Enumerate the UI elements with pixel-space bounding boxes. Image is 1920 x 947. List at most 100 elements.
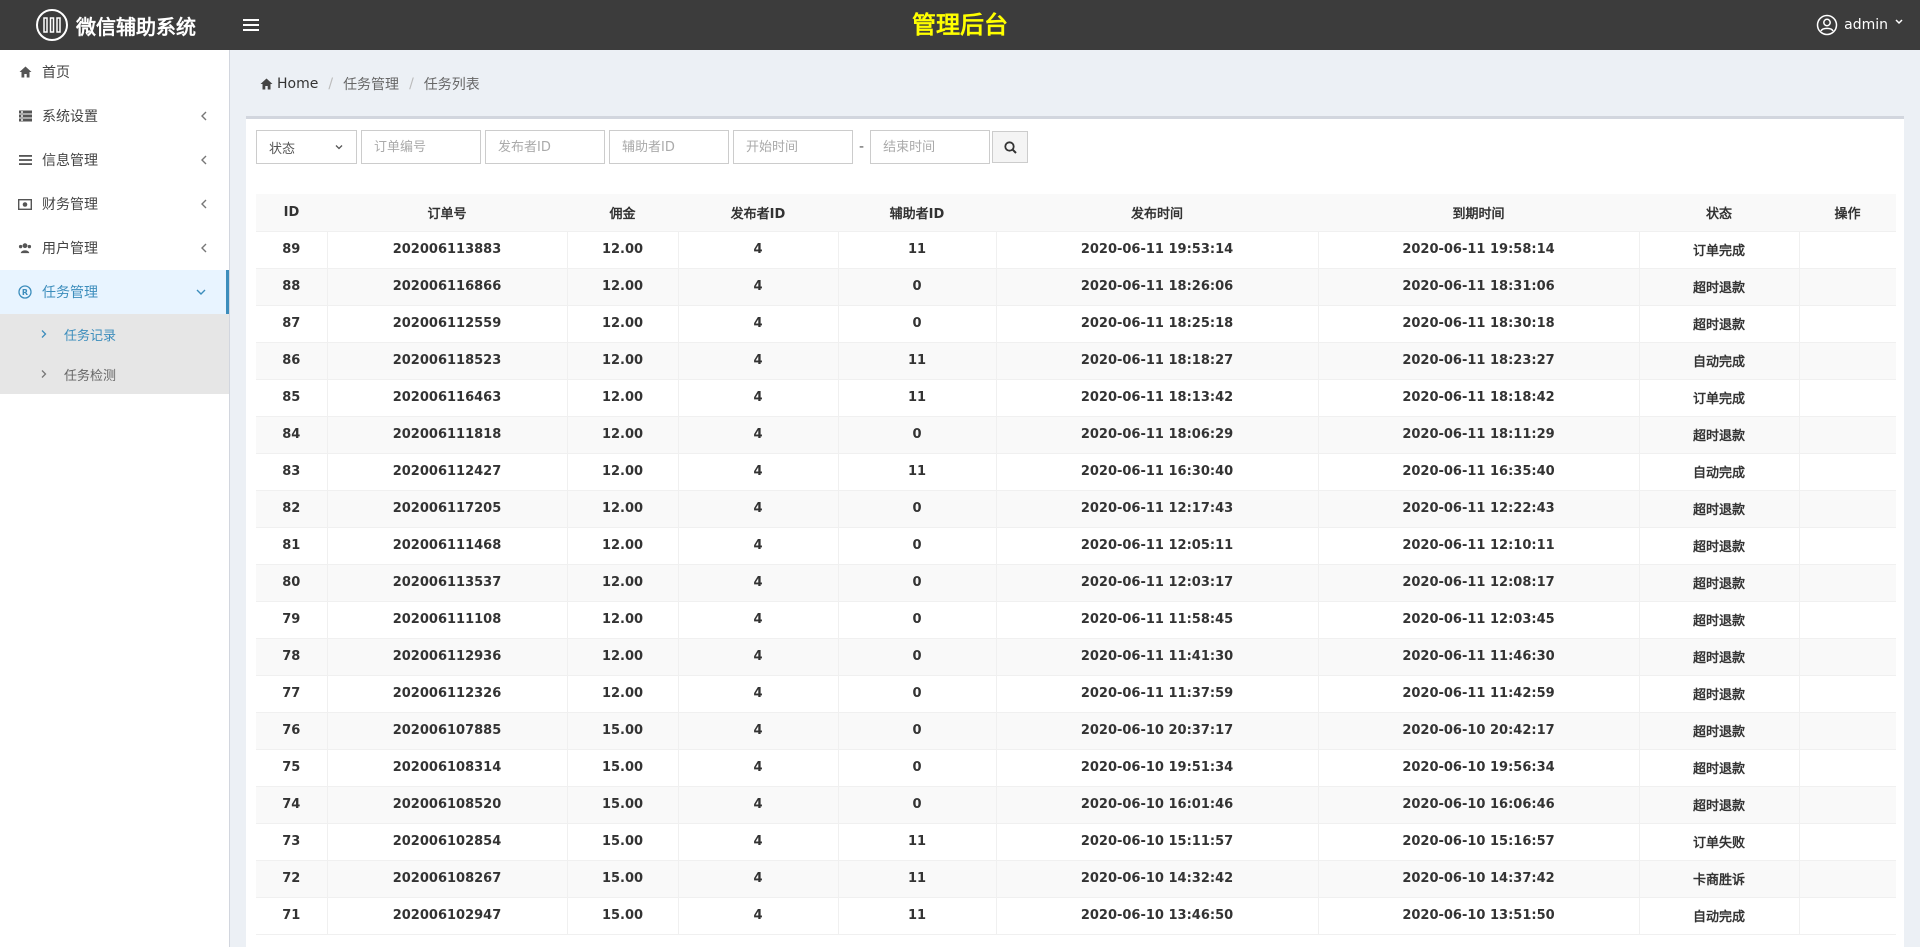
table-cell-expire-time: 2020-06-11 12:22:43: [1317, 490, 1639, 528]
status-select[interactable]: 状态: [256, 130, 357, 164]
table-row[interactable]: 87 202006112559 12.00 4 0 2020-06-11 18:25:18…: [256, 305, 1896, 343]
table-cell-actions[interactable]: [1798, 823, 1896, 861]
table-row[interactable]: 88 202006116866 12.00 4 0 2020-06-11 18:26:06…: [256, 268, 1896, 306]
table-cell-status: 超时退款: [1638, 675, 1799, 713]
table-cell-id: 83: [256, 453, 327, 491]
table-cell-actions[interactable]: [1798, 675, 1896, 713]
top-header: 微信辅助系统 管理后台 admin: [0, 0, 1920, 50]
table-row[interactable]: 82 202006117205 12.00 4 0 2020-06-11 12:17:43…: [256, 490, 1896, 528]
column-header-expire-time: 到期时间: [1318, 194, 1639, 232]
submenu-item-label: 任务检测: [64, 368, 117, 384]
table-cell-actions[interactable]: [1798, 490, 1896, 528]
table-cell-publish-time: 2020-06-11 11:58:45: [995, 601, 1318, 639]
table-cell-actions[interactable]: [1798, 638, 1896, 676]
table-cell-commission: 12.00: [566, 675, 678, 713]
table-cell-order-no: 202006112559: [326, 305, 567, 343]
sidebar-item-label: 用户管理: [42, 241, 98, 257]
sidebar: 首页 系统设置 信息管理 财务管理 用户管理 R 任务管理 任务记录 任务检测: [0, 50, 230, 947]
menu-toggle-icon[interactable]: [243, 14, 259, 36]
search-button[interactable]: [992, 131, 1029, 163]
sidebar-item-label: 首页: [42, 65, 70, 81]
table-row[interactable]: 80 202006113537 12.00 4 0 2020-06-11 12:03:17…: [256, 564, 1896, 602]
table-cell-commission: 12.00: [566, 305, 678, 343]
table-cell-actions[interactable]: [1798, 416, 1896, 454]
table-cell-commission: 15.00: [566, 712, 678, 750]
table-row[interactable]: 84 202006111818 12.00 4 0 2020-06-11 18:06:29…: [256, 416, 1896, 454]
table-cell-actions[interactable]: [1798, 305, 1896, 343]
table-row[interactable]: 83 202006112427 12.00 4 11 2020-06-11 16:30:4…: [256, 453, 1896, 491]
table-cell-commission: 12.00: [566, 490, 678, 528]
table-cell-commission: 15.00: [566, 823, 678, 861]
table-row[interactable]: 77 202006112326 12.00 4 0 2020-06-11 11:37:59…: [256, 675, 1896, 713]
table-row[interactable]: 75 202006108314 15.00 4 0 2020-06-10 19:51:34…: [256, 749, 1896, 787]
table-row[interactable]: 86 202006118523 12.00 4 11 2020-06-11 18:18:2…: [256, 342, 1896, 380]
publisher-id-input[interactable]: [485, 130, 605, 164]
table-cell-actions[interactable]: [1798, 268, 1896, 306]
submenu-item-task-detection[interactable]: 任务检测: [0, 354, 229, 394]
column-header-publish-time: 发布时间: [996, 194, 1318, 232]
table-cell-actions[interactable]: [1798, 342, 1896, 380]
table-cell-assistant-id: 0: [837, 786, 996, 824]
table-row[interactable]: 72 202006108267 15.00 4 11 2020-06-10 14:32:4…: [256, 860, 1896, 898]
sidebar-item-user-management[interactable]: 用户管理: [0, 226, 229, 270]
submenu-item-label: 任务记录: [64, 328, 117, 344]
sidebar-item-system-settings[interactable]: 系统设置: [0, 94, 229, 138]
table-cell-actions[interactable]: [1798, 231, 1896, 269]
table-cell-actions[interactable]: [1798, 601, 1896, 639]
sidebar-item-finance-management[interactable]: 财务管理: [0, 182, 229, 226]
table-cell-actions[interactable]: [1798, 749, 1896, 787]
table-cell-publisher-id: 4: [677, 564, 838, 602]
column-header-status: 状态: [1639, 194, 1799, 232]
table-cell-actions[interactable]: [1798, 786, 1896, 824]
table-cell-publish-time: 2020-06-11 18:26:06: [995, 268, 1318, 306]
table-cell-status: 卡商胜诉: [1638, 860, 1799, 898]
table-cell-actions[interactable]: [1798, 453, 1896, 491]
start-time-input[interactable]: [733, 130, 853, 164]
breadcrumb-home[interactable]: Home: [260, 76, 318, 92]
table-cell-order-no: 202006112936: [326, 638, 567, 676]
table-row[interactable]: 89 202006113883 12.00 4 11 2020-06-11 19:53:1…: [256, 231, 1896, 269]
table-cell-expire-time: 2020-06-11 19:58:14: [1317, 231, 1639, 269]
submenu-item-task-records[interactable]: 任务记录: [0, 314, 229, 354]
table-row[interactable]: 76 202006107885 15.00 4 0 2020-06-10 20:37:17…: [256, 712, 1896, 750]
table-cell-actions[interactable]: [1798, 860, 1896, 898]
table-cell-id: 77: [256, 675, 327, 713]
table-row[interactable]: 74 202006108520 15.00 4 0 2020-06-10 16:01:46…: [256, 786, 1896, 824]
table-cell-actions[interactable]: [1798, 564, 1896, 602]
table-cell-expire-time: 2020-06-11 11:42:59: [1317, 675, 1639, 713]
table-cell-assistant-id: 0: [837, 675, 996, 713]
table-cell-order-no: 202006102854: [326, 823, 567, 861]
table-cell-order-no: 202006113537: [326, 564, 567, 602]
table-cell-expire-time: 2020-06-11 18:23:27: [1317, 342, 1639, 380]
user-menu[interactable]: admin: [1816, 0, 1904, 50]
assistant-id-input[interactable]: [609, 130, 729, 164]
table-cell-expire-time: 2020-06-11 12:10:11: [1317, 527, 1639, 565]
table-cell-assistant-id: 11: [837, 342, 996, 380]
brand[interactable]: 微信辅助系统: [0, 0, 230, 50]
table-cell-actions[interactable]: [1798, 712, 1896, 750]
table-cell-publisher-id: 4: [677, 231, 838, 269]
table-cell-order-no: 202006108520: [326, 786, 567, 824]
breadcrumb-task-management[interactable]: 任务管理: [343, 74, 399, 94]
table-row[interactable]: 73 202006102854 15.00 4 11 2020-06-10 15:11:5…: [256, 823, 1896, 861]
sidebar-item-home[interactable]: 首页: [0, 50, 229, 94]
table-cell-expire-time: 2020-06-11 12:03:45: [1317, 601, 1639, 639]
sidebar-item-info-management[interactable]: 信息管理: [0, 138, 229, 182]
table-cell-actions[interactable]: [1798, 897, 1896, 935]
end-time-input[interactable]: [870, 130, 991, 164]
table-row[interactable]: 71 202006102947 15.00 4 11 2020-06-10 13:46:5…: [256, 897, 1896, 935]
table-cell-actions[interactable]: [1798, 379, 1896, 417]
table-row[interactable]: 81 202006111468 12.00 4 0 2020-06-11 12:05:11…: [256, 527, 1896, 565]
table-cell-id: 85: [256, 379, 327, 417]
table-row[interactable]: 78 202006112936 12.00 4 0 2020-06-11 11:41:30…: [256, 638, 1896, 676]
sidebar-item-task-management[interactable]: R 任务管理: [0, 270, 229, 314]
table-row[interactable]: 85 202006116463 12.00 4 11 2020-06-11 18:13:4…: [256, 379, 1896, 417]
order-number-input[interactable]: [361, 130, 481, 164]
table-cell-id: 84: [256, 416, 327, 454]
table-row[interactable]: 79 202006111108 12.00 4 0 2020-06-11 11:58:45…: [256, 601, 1896, 639]
table-cell-actions[interactable]: [1798, 527, 1896, 565]
table-cell-assistant-id: 0: [837, 416, 996, 454]
table-cell-expire-time: 2020-06-10 19:56:34: [1317, 749, 1639, 787]
brand-logo-icon: [36, 9, 68, 41]
table-cell-order-no: 202006111818: [326, 416, 567, 454]
